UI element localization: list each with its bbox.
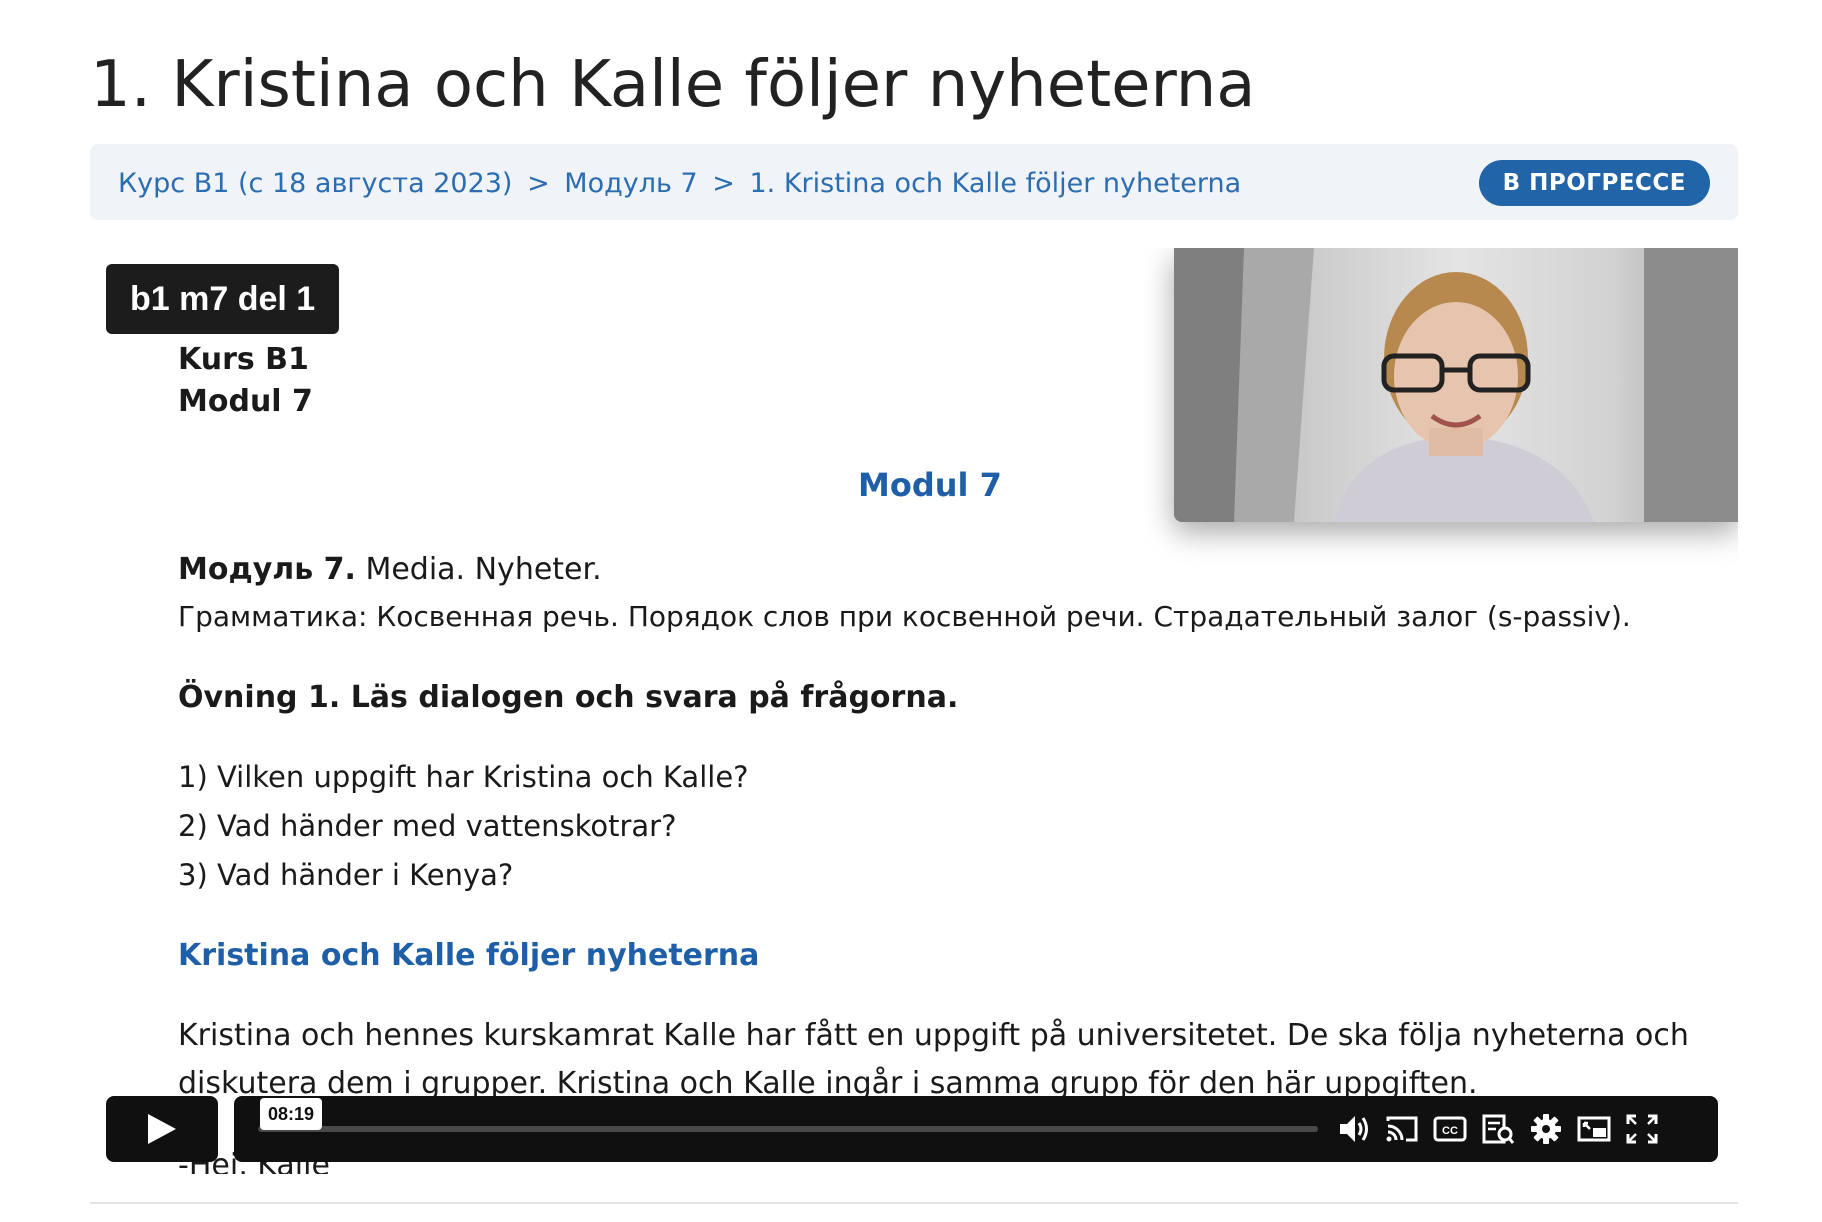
transcript-icon[interactable] (1480, 1112, 1516, 1146)
closed-captions-icon[interactable]: CC (1432, 1112, 1468, 1146)
progress-bar[interactable]: 08:19 (258, 1098, 1318, 1132)
breadcrumb-bar: Курс B1 (с 18 августа 2023) > Модуль 7 >… (90, 144, 1738, 220)
play-button[interactable] (106, 1096, 218, 1162)
play-icon (148, 1114, 176, 1144)
doc-module-topic: Media. Nyheter. (355, 552, 602, 587)
breadcrumb-item-lesson[interactable]: 1. Kristina och Kalle följer nyheterna (750, 168, 1242, 199)
doc-question: 3) Vad händer i Kenya? (178, 858, 514, 892)
status-badge: В ПРОГРЕССЕ (1478, 160, 1710, 206)
doc-module-bold: Модуль 7. (178, 552, 356, 587)
picture-in-picture-icon[interactable] (1576, 1112, 1612, 1146)
settings-gear-icon[interactable] (1528, 1112, 1564, 1146)
breadcrumb-item-module[interactable]: Модуль 7 (564, 168, 697, 199)
doc-module-label: Modul 7 (178, 384, 313, 419)
doc-subheading: Kristina och Kalle följer nyheterna (178, 938, 760, 973)
fullscreen-icon[interactable] (1624, 1112, 1660, 1146)
doc-question: 2) Vad händer med vattenskotrar? (178, 809, 677, 843)
cast-icon[interactable] (1384, 1112, 1420, 1146)
control-bar: 08:19 CC (234, 1096, 1718, 1162)
doc-grammar-line: Грамматика: Косвенная речь. Порядок слов… (178, 600, 1631, 633)
breadcrumb-item-course[interactable]: Курс B1 (с 18 августа 2023) (118, 168, 512, 199)
doc-paragraph-line: Kristina och hennes kurskamrat Kalle har… (178, 1018, 1689, 1053)
presenter-image (1174, 248, 1738, 522)
volume-icon[interactable] (1336, 1112, 1372, 1146)
video-player[interactable]: Kurs B1 Modul 7 Modul 7 Модуль 7. Media.… (90, 248, 1738, 1174)
breadcrumb: Курс B1 (с 18 августа 2023) > Модуль 7 >… (118, 168, 1241, 199)
doc-module-line: Модуль 7. Media. Nyheter. (178, 552, 602, 587)
video-title: b1 m7 del 1 (106, 264, 340, 334)
player-controls: 08:19 CC (106, 1096, 1718, 1162)
breadcrumb-separator: > (527, 168, 550, 199)
doc-question: 1) Vilken uppgift har Kristina och Kalle… (178, 760, 749, 794)
page-title: 1. Kristina och Kalle följer nyheterna (90, 48, 1256, 122)
webcam-overlay (1174, 248, 1738, 522)
divider (90, 1202, 1738, 1204)
doc-module-heading: Modul 7 (858, 466, 1002, 504)
current-time-tooltip: 08:19 (260, 1098, 323, 1130)
breadcrumb-separator: > (712, 168, 735, 199)
doc-exercise-heading: Övning 1. Läs dialogen och svara på fråg… (178, 680, 959, 715)
svg-text:CC: CC (1442, 1125, 1458, 1137)
doc-course-label: Kurs B1 (178, 342, 309, 377)
